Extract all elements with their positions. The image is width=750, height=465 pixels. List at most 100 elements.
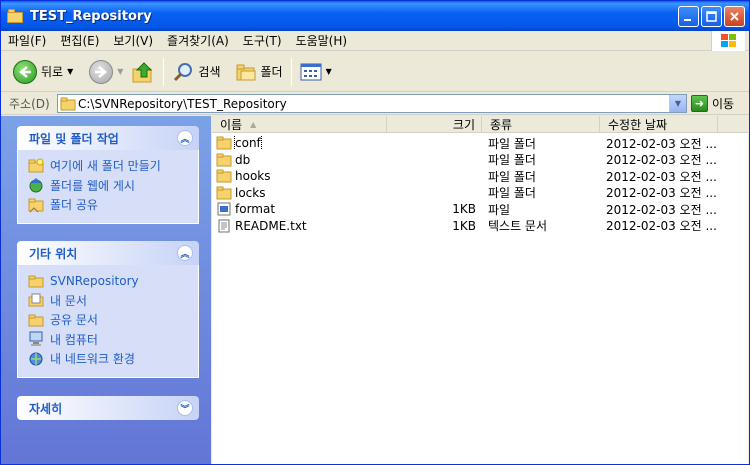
file-icon [217, 202, 231, 216]
views-icon [300, 63, 322, 80]
network-places-icon [29, 352, 43, 366]
menu-edit[interactable]: 편집(E) [53, 32, 106, 49]
folder-icon [216, 169, 232, 183]
forward-arrow-icon [89, 59, 114, 84]
place-my-computer[interactable]: 내 컴퓨터 [28, 330, 188, 350]
file-name: locks [235, 185, 266, 200]
file-name: hooks [235, 169, 271, 184]
place-my-network[interactable]: 내 네트워크 환경 [28, 349, 188, 369]
file-modified: 2012-02-03 오전 ... [606, 202, 717, 217]
file-size: 1KB [452, 202, 476, 217]
forward-dropdown-icon[interactable]: ▼ [117, 67, 123, 76]
collapse-icon[interactable]: ︽ [177, 130, 193, 146]
address-dropdown-button[interactable]: ▼ [669, 95, 686, 112]
task-publish-web[interactable]: 폴더를 웹에 게시 [28, 176, 188, 196]
folders-icon [236, 64, 255, 80]
file-type: 파일 폴더 [488, 136, 536, 151]
menu-view[interactable]: 보기(V) [106, 32, 160, 49]
task-label: 폴더 공유 [50, 198, 98, 213]
table-row[interactable]: hooks 파일 폴더 2012-02-03 오전 ... [212, 168, 748, 185]
file-type: 파일 폴더 [488, 186, 536, 201]
place-label: 내 네트워크 환경 [50, 352, 135, 367]
column-type[interactable]: 종류 [482, 116, 600, 132]
folder-icon [216, 136, 232, 150]
menu-favorites[interactable]: 즐겨찾기(A) [160, 32, 236, 49]
task-new-folder[interactable]: 여기에 새 폴더 만들기 [28, 156, 188, 176]
back-button[interactable]: 뒤로 ▼ [9, 55, 77, 89]
place-label: SVNRepository [50, 273, 139, 288]
search-icon [174, 62, 193, 81]
windows-logo [711, 31, 745, 51]
file-type: 텍스트 문서 [488, 219, 548, 234]
place-my-documents[interactable]: 내 문서 [28, 291, 188, 311]
file-type: 파일 폴더 [488, 169, 536, 184]
file-type: 파일 폴더 [488, 153, 536, 168]
task-pane: 파일 및 폴더 작업 ︽ 여기에 새 폴더 만들기 폴더를 웹에 게시 폴더 공… [1, 116, 211, 464]
panel-header[interactable]: 파일 및 폴더 작업 ︽ [17, 126, 199, 150]
forward-button[interactable]: ▼ [85, 55, 127, 89]
column-label: 이름 [220, 117, 243, 132]
menu-help[interactable]: 도움말(H) [289, 32, 355, 49]
place-label: 내 문서 [50, 293, 87, 308]
column-label: 크기 [452, 117, 475, 132]
collapse-icon[interactable]: ︽ [177, 245, 193, 261]
maximize-button[interactable] [701, 6, 722, 27]
search-button[interactable]: 검색 [168, 55, 224, 89]
address-input[interactable]: C:\SVNRepository\TEST_Repository ▼ [57, 94, 687, 113]
toolbar: 뒤로 ▼ ▼ 검색 폴더 ▼ [1, 52, 749, 92]
close-icon [730, 12, 739, 21]
go-label: 이동 [712, 97, 735, 111]
column-label: 종류 [490, 117, 513, 132]
place-shared-documents[interactable]: 공유 문서 [28, 310, 188, 330]
table-row[interactable]: format 1KB 파일 2012-02-03 오전 ... [212, 201, 748, 218]
shared-documents-icon [28, 314, 44, 327]
sort-ascending-icon: ▲ [250, 119, 257, 129]
column-modified[interactable]: 수정한 날짜 [600, 116, 718, 132]
column-name[interactable]: 이름 ▲ [212, 116, 387, 132]
menu-file[interactable]: 파일(F) [1, 32, 53, 49]
task-share-folder[interactable]: 폴더 공유 [28, 195, 188, 215]
file-modified: 2012-02-03 오전 ... [606, 169, 717, 184]
menu-bar: 파일(F) 편집(E) 보기(V) 즐겨찾기(A) 도구(T) 도움말(H) [1, 31, 749, 51]
views-dropdown-icon: ▼ [325, 67, 332, 76]
explorer-window: TEST_Repository 파일(F) 편집(E) 보기(V) 즐겨찾기(A… [0, 0, 750, 465]
file-type: 파일 [488, 202, 511, 217]
minimize-button[interactable] [678, 6, 699, 27]
toolbar-separator [163, 57, 165, 86]
expand-icon[interactable]: ︾ [177, 400, 193, 416]
file-name: format [235, 202, 276, 217]
close-button[interactable] [724, 6, 745, 27]
maximize-icon [706, 11, 717, 22]
table-row[interactable]: README.txt 1KB 텍스트 문서 2012-02-03 오전 ... [212, 218, 748, 235]
menu-tools[interactable]: 도구(T) [236, 32, 289, 49]
panel-title: 기타 위치 [29, 246, 78, 261]
search-label: 검색 [198, 65, 221, 79]
file-size: 1KB [452, 218, 476, 233]
panel-header[interactable]: 기타 위치 ︽ [17, 241, 199, 265]
folder-icon [216, 153, 232, 167]
folder-icon [7, 9, 24, 23]
table-row[interactable]: db 파일 폴더 2012-02-03 오전 ... [212, 152, 748, 169]
file-modified: 2012-02-03 오전 ... [606, 219, 717, 234]
back-dropdown-icon[interactable]: ▼ [67, 67, 73, 76]
address-bar: 주소(D) C:\SVNRepository\TEST_Repository ▼… [1, 93, 749, 115]
column-size[interactable]: 크기 [387, 116, 482, 132]
folders-button[interactable]: 폴더 [231, 55, 287, 89]
panel-header[interactable]: 자세히 ︾ [17, 396, 199, 420]
folder-icon [60, 97, 76, 111]
title-bar[interactable]: TEST_Repository [1, 1, 749, 31]
place-svnrepository[interactable]: SVNRepository [28, 271, 188, 291]
address-label: 주소(D) [9, 97, 50, 111]
windows-flag-icon [721, 34, 737, 48]
up-folder-icon [132, 61, 153, 82]
views-button[interactable]: ▼ [296, 55, 336, 89]
folder-icon [28, 275, 44, 288]
table-row[interactable]: conf 파일 폴더 2012-02-03 오전 ... [212, 135, 748, 152]
place-label: 내 컴퓨터 [50, 332, 98, 347]
up-folder-button[interactable] [127, 55, 159, 89]
column-label: 수정한 날짜 [608, 117, 668, 132]
place-label: 공유 문서 [50, 313, 98, 328]
new-folder-icon [28, 158, 44, 173]
table-row[interactable]: locks 파일 폴더 2012-02-03 오전 ... [212, 185, 748, 202]
go-button[interactable]: ➜ 이동 [691, 95, 734, 112]
